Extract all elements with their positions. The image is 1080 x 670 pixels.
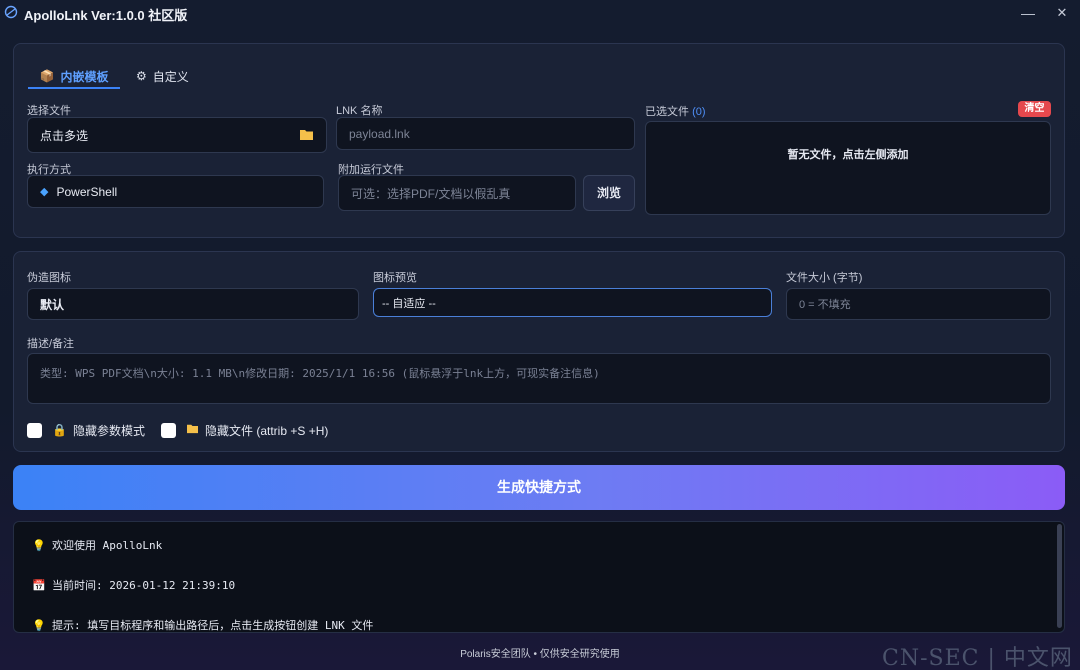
selected-files-title: 已选文件 (645, 106, 689, 118)
generate-shortcut-button[interactable]: 生成快捷方式 (13, 465, 1065, 510)
file-size-placeholder: 0 = 不填充 (799, 299, 851, 311)
lnk-name-placeholder: payload.lnk (349, 126, 410, 141)
file-size-input[interactable]: 0 = 不填充 (786, 288, 1051, 320)
log-line: 💡 欢迎使用 ApolloLnk (32, 537, 162, 553)
tab-custom-label: 自定义 (152, 69, 189, 84)
icon-preview-label: 图标预览 (373, 272, 417, 284)
icon-preview-select[interactable]: -- 自适应 -- (373, 288, 772, 317)
selected-files-label: 已选文件 (0) (645, 103, 706, 119)
file-size-label: 文件大小 (字节) (786, 272, 863, 284)
lock-icon: 🔒 (52, 423, 67, 437)
folder-icon (299, 128, 314, 144)
tab-embedded-label: 内嵌模板 (60, 69, 109, 84)
hide-file-label: 隐藏文件 (attrib +S +H) (205, 423, 329, 438)
lnk-name-label: LNK 名称 (336, 105, 383, 117)
log-line: 📅 当前时间: 2026-01-12 21:39:10 (32, 577, 235, 593)
log-text: 当前时间: 2026-01-12 21:39:10 (52, 579, 236, 592)
title-bar: ApolloLnk Ver:1.0.0 社区版 — ✕ (0, 0, 1080, 26)
minimize-button[interactable]: — (1017, 2, 1039, 24)
description-textarea[interactable]: 类型: WPS PDF文档\n大小: 1.1 MB\n修改日期: 2025/1/… (27, 353, 1051, 404)
tab-custom[interactable]: ⚙ 自定义 (136, 62, 189, 90)
selected-files-list[interactable]: 暂无文件，点击左侧添加 (645, 121, 1051, 215)
hide-args-label: 隐藏参数模式 (72, 423, 145, 438)
selected-files-count: (0) (692, 106, 706, 118)
close-button[interactable]: ✕ (1051, 2, 1073, 24)
hide-args-option[interactable]: 🔒 隐藏参数模式 (27, 421, 145, 439)
hide-file-checkbox[interactable] (161, 422, 176, 438)
empty-list-text: 暂无文件，点击左侧添加 (787, 149, 909, 161)
diamond-icon: ◆ (40, 186, 49, 198)
package-icon: 📦 (39, 69, 55, 83)
select-file-label: 选择文件 (27, 105, 71, 117)
app-title: ApolloLnk Ver:1.0.0 社区版 (24, 8, 188, 23)
app-logo-icon (4, 5, 18, 19)
browse-button[interactable]: 浏览 (583, 175, 635, 211)
hide-args-checkbox[interactable] (27, 422, 42, 438)
description-label: 描述/备注 (27, 338, 75, 350)
attach-file-input[interactable]: 可选：选择PDF/文档以假乱真 (338, 175, 576, 211)
folder-icon (186, 423, 199, 437)
gear-icon: ⚙ (136, 69, 147, 83)
log-scrollbar[interactable] (1057, 524, 1062, 628)
log-panel: 💡 欢迎使用 ApolloLnk 📅 当前时间: 2026-01-12 21:3… (13, 521, 1065, 633)
fake-icon-label: 伪造图标 (27, 272, 71, 284)
log-text: 欢迎使用 ApolloLnk (52, 539, 163, 552)
select-file-field[interactable]: 点击多选 (27, 117, 327, 153)
fake-icon-select[interactable]: 默认 (27, 288, 359, 320)
exec-mode-select[interactable]: ◆ PowerShell (27, 175, 324, 208)
lnk-name-input[interactable]: payload.lnk (336, 117, 635, 150)
description-placeholder: 类型: WPS PDF文档\n大小: 1.1 MB\n修改日期: 2025/1/… (40, 367, 600, 380)
attach-file-placeholder: 可选：选择PDF/文档以假乱真 (351, 186, 511, 201)
tab-embedded-template[interactable]: 📦 内嵌模板 (28, 62, 120, 90)
icon-preview-value: -- 自适应 -- (382, 297, 436, 310)
fake-icon-value: 默认 (40, 297, 65, 312)
clear-button[interactable]: 清空 (1018, 101, 1051, 117)
lightbulb-icon: 💡 (32, 619, 46, 632)
log-text: 提示: 填写目标程序和输出路径后，点击生成按钮创建 LNK 文件 (52, 619, 374, 632)
hide-file-option[interactable]: 隐藏文件 (attrib +S +H) (161, 421, 328, 439)
watermark: CN-SEC | 中文网 (882, 646, 1073, 670)
exec-mode-value: PowerShell (56, 184, 118, 199)
lightbulb-icon: 💡 (32, 539, 46, 552)
log-line: 💡 提示: 填写目标程序和输出路径后，点击生成按钮创建 LNK 文件 (32, 617, 374, 632)
calendar-icon: 📅 (32, 579, 46, 592)
select-file-value: 点击多选 (40, 128, 89, 143)
active-tab-indicator (28, 87, 120, 89)
